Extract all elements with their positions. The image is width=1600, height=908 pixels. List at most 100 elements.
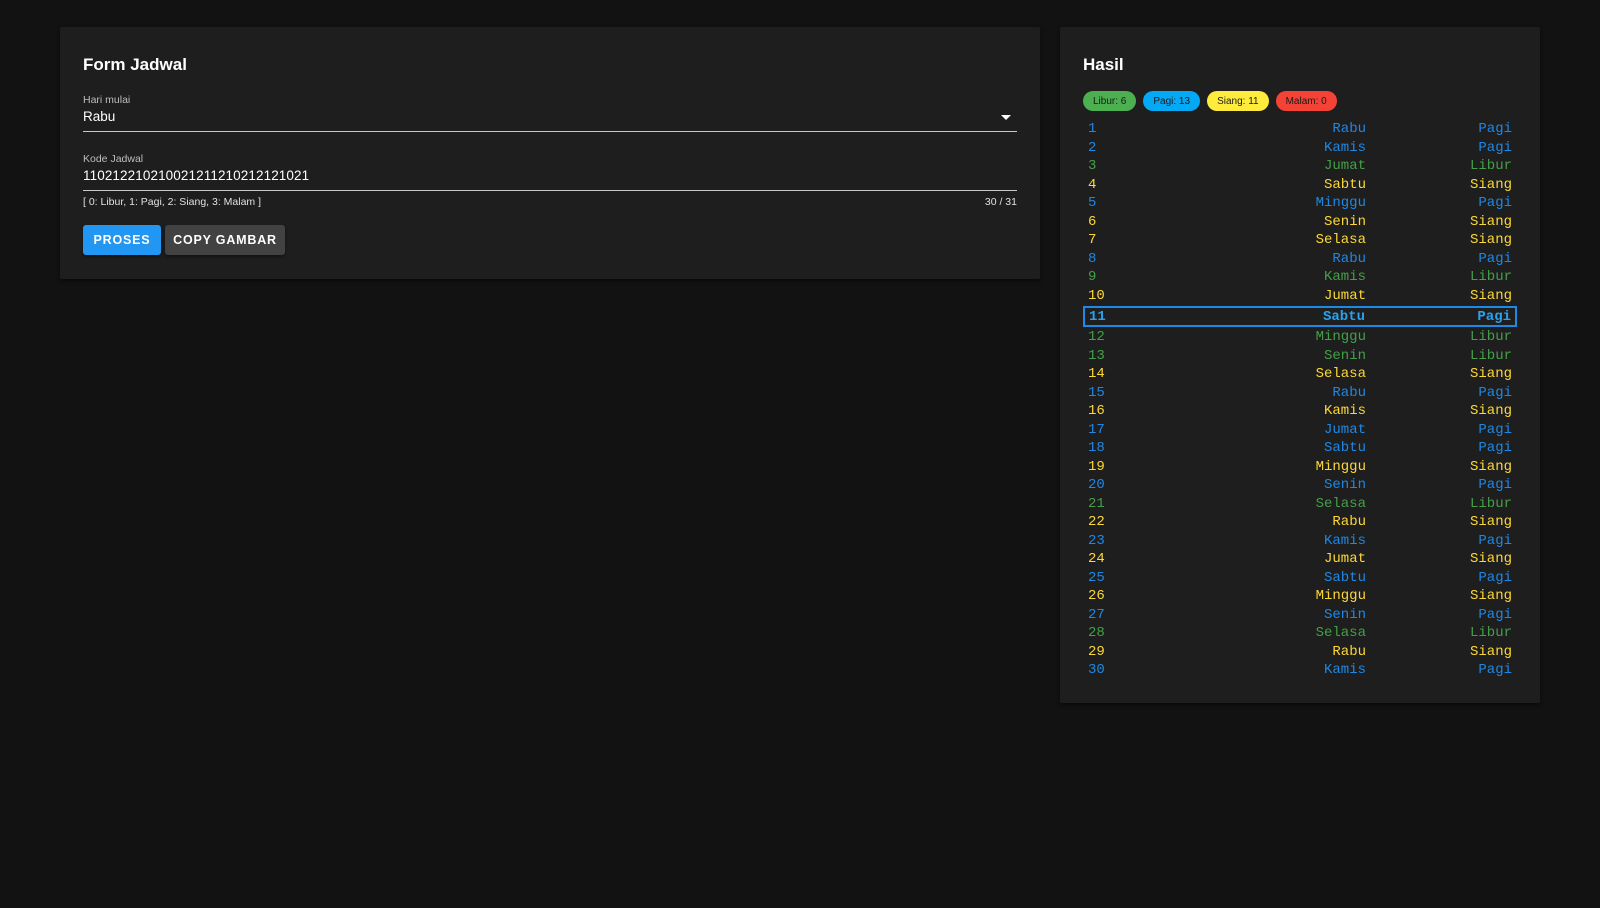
schedule-row-num: 29: [1088, 643, 1105, 660]
schedule-row-num: 19: [1088, 458, 1105, 475]
schedule-row-day: Senin: [1323, 347, 1366, 364]
schedule-row-shift: Siang: [1469, 287, 1512, 304]
schedule-row-day: Senin: [1323, 213, 1366, 230]
schedule-row-shift: Pagi: [1478, 195, 1512, 211]
schedule-row-shift: Siang: [1469, 403, 1512, 419]
schedule-row[interactable]: 26 Minggu Siang: [1083, 587, 1517, 606]
schedule-row-day: Minggu: [1315, 458, 1366, 475]
schedule-row[interactable]: 29 Rabu Siang: [1083, 643, 1517, 662]
hari-mulai-select[interactable]: Rabu: [83, 109, 115, 124]
schedule-row-day: Sabtu: [1323, 440, 1366, 456]
kode-jadwal-underline: [83, 190, 1017, 191]
schedule-row-num: 16: [1088, 403, 1105, 419]
schedule-row[interactable]: 6 Senin Siang: [1083, 213, 1517, 232]
schedule-row-shift: Siang: [1469, 458, 1512, 475]
schedule-row-day: Sabtu: [1322, 309, 1365, 325]
schedule-row-shift: Siang: [1469, 213, 1512, 230]
proses-button[interactable]: PROSES: [83, 225, 161, 255]
schedule-row[interactable]: 3 Jumat Libur: [1083, 157, 1517, 176]
schedule-row-shift: Libur: [1469, 329, 1512, 345]
libur-count-badge: Libur: 6: [1083, 91, 1137, 111]
malam-count-badge: Malam: 0: [1275, 91, 1337, 111]
schedule-row-shift: Pagi: [1478, 532, 1512, 549]
schedule-row-num: 14: [1088, 366, 1105, 382]
schedule-row-num: 21: [1088, 495, 1105, 512]
schedule-row[interactable]: 11 Sabtu Pagi: [1083, 306, 1517, 327]
schedule-row[interactable]: 15 Rabu Pagi: [1083, 384, 1517, 403]
schedule-row-shift: Pagi: [1477, 309, 1511, 325]
schedule-row[interactable]: 28 Selasa Libur: [1083, 624, 1517, 643]
schedule-row[interactable]: 23 Kamis Pagi: [1083, 532, 1517, 551]
schedule-row-shift: Siang: [1469, 643, 1512, 660]
schedule-row-num: 15: [1088, 384, 1105, 401]
schedule-row[interactable]: 19 Minggu Siang: [1083, 458, 1517, 477]
schedule-row-day: Kamis: [1323, 269, 1366, 285]
kode-jadwal-input[interactable]: 110212210210021211210212121021: [83, 168, 309, 183]
schedule-row[interactable]: 25 Sabtu Pagi: [1083, 569, 1517, 588]
schedule-row-num: 4: [1088, 176, 1097, 193]
schedule-row-num: 13: [1088, 347, 1105, 364]
schedule-row-day: Jumat: [1323, 421, 1366, 438]
schedule-row-shift: Siang: [1469, 176, 1512, 193]
schedule-row-shift: Pagi: [1478, 569, 1512, 586]
schedule-row[interactable]: 5 Minggu Pagi: [1083, 194, 1517, 213]
schedule-row[interactable]: 4 Sabtu Siang: [1083, 176, 1517, 195]
result-card: Hasil Libur: 6 Pagi: 13 Siang: 11 Malam:…: [1060, 27, 1540, 703]
schedule-row-shift: Siang: [1469, 588, 1512, 604]
schedule-row-shift: Libur: [1469, 158, 1512, 174]
kode-jadwal-counter: 30 / 31: [984, 196, 1017, 208]
schedule-row[interactable]: 22 Rabu Siang: [1083, 513, 1517, 532]
schedule-row[interactable]: 18 Sabtu Pagi: [1083, 439, 1517, 458]
schedule-row-day: Kamis: [1323, 532, 1366, 549]
schedule-row-day: Jumat: [1323, 551, 1366, 567]
schedule-row-num: 2: [1088, 139, 1097, 156]
siang-count-badge: Siang: 11: [1207, 91, 1269, 111]
chevron-down-icon[interactable]: [1001, 115, 1011, 120]
schedule-row-num: 5: [1088, 195, 1097, 211]
schedule-row[interactable]: 17 Jumat Pagi: [1083, 421, 1517, 440]
schedule-row[interactable]: 13 Senin Libur: [1083, 347, 1517, 366]
schedule-row[interactable]: 27 Senin Pagi: [1083, 606, 1517, 625]
form-card: Form Jadwal Hari mulai Rabu Kode Jadwal …: [60, 27, 1040, 279]
pagi-count-badge: Pagi: 13: [1143, 91, 1201, 111]
schedule-row[interactable]: 1 Rabu Pagi: [1083, 120, 1517, 139]
schedule-row-day: Kamis: [1323, 139, 1366, 156]
schedule-row-shift: Siang: [1469, 366, 1512, 382]
schedule-row-day: Jumat: [1323, 158, 1366, 174]
kode-jadwal-hint: [ 0: Libur, 1: Pagi, 2: Siang, 3: Malam …: [83, 196, 262, 208]
schedule-row[interactable]: 2 Kamis Pagi: [1083, 139, 1517, 158]
schedule-row-num: 11: [1089, 309, 1106, 325]
schedule-row[interactable]: 21 Selasa Libur: [1083, 495, 1517, 514]
schedule-row[interactable]: 20 Senin Pagi: [1083, 476, 1517, 495]
schedule-row[interactable]: 8 Rabu Pagi: [1083, 250, 1517, 269]
schedule-row-day: Selasa: [1315, 495, 1366, 512]
schedule-row[interactable]: 14 Selasa Siang: [1083, 365, 1517, 384]
schedule-row[interactable]: 16 Kamis Siang: [1083, 402, 1517, 421]
schedule-row[interactable]: 30 Kamis Pagi: [1083, 661, 1517, 680]
schedule-row-day: Kamis: [1323, 403, 1366, 419]
schedule-row[interactable]: 7 Selasa Siang: [1083, 231, 1517, 250]
schedule-row-num: 20: [1088, 477, 1105, 493]
schedule-row-day: Rabu: [1332, 250, 1366, 267]
schedule-row-shift: Pagi: [1478, 139, 1512, 156]
schedule-row-num: 7: [1088, 232, 1097, 248]
schedule-row[interactable]: 24 Jumat Siang: [1083, 550, 1517, 569]
schedule-row-day: Minggu: [1315, 195, 1366, 211]
schedule-row-num: 28: [1088, 625, 1105, 641]
copy-gambar-button[interactable]: COPY GAMBAR: [165, 225, 285, 255]
schedule-row-num: 24: [1088, 551, 1105, 567]
schedule-row-day: Jumat: [1323, 287, 1366, 304]
schedule-row-shift: Pagi: [1478, 421, 1512, 438]
schedule-row-shift: Libur: [1469, 625, 1512, 641]
schedule-row-shift: Libur: [1469, 347, 1512, 364]
schedule-row[interactable]: 10 Jumat Siang: [1083, 287, 1517, 306]
schedule-row-num: 27: [1088, 606, 1105, 623]
schedule-row[interactable]: 12 Minggu Libur: [1083, 328, 1517, 347]
schedule-row-day: Rabu: [1332, 514, 1366, 530]
schedule-row-num: 30: [1088, 662, 1105, 678]
schedule-row-shift: Siang: [1469, 514, 1512, 530]
schedule-row-day: Rabu: [1332, 121, 1366, 137]
schedule-row-day: Selasa: [1315, 625, 1366, 641]
schedule-row-day: Sabtu: [1323, 176, 1366, 193]
schedule-row[interactable]: 9 Kamis Libur: [1083, 268, 1517, 287]
